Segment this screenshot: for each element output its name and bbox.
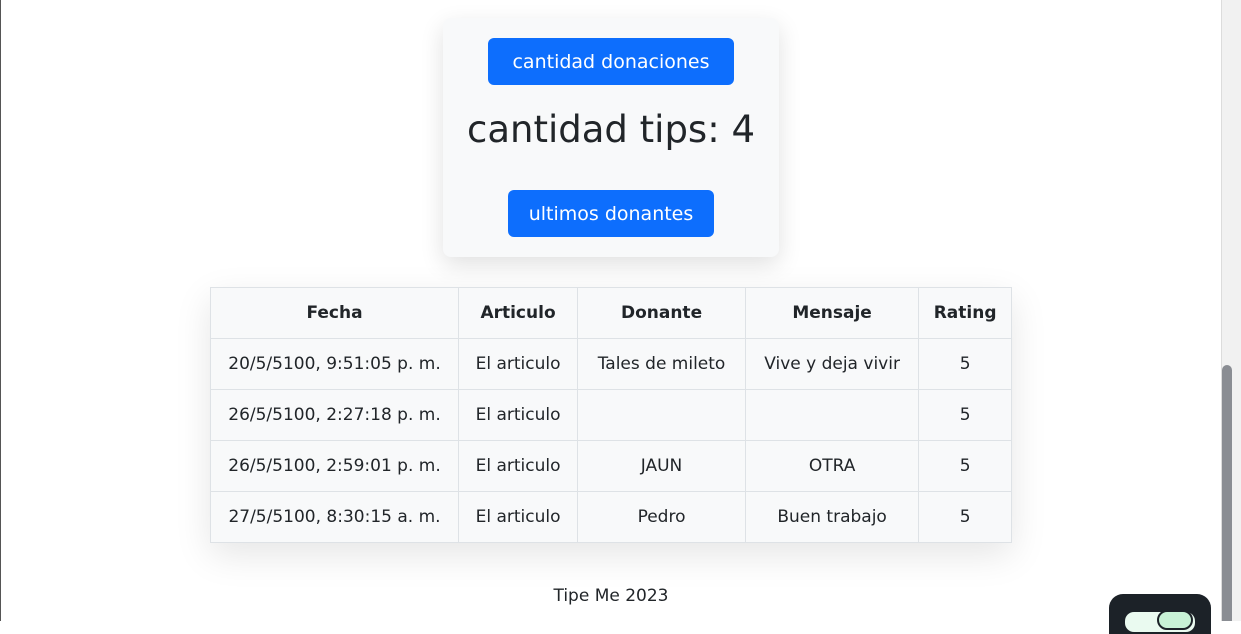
table-row: 26/5/5100, 2:27:18 p. m. El articulo 5 (210, 389, 1012, 441)
latest-donors-button[interactable]: ultimos donantes (508, 190, 714, 237)
cell-fecha: 26/5/5100, 2:59:01 p. m. (210, 440, 459, 492)
cell-articulo: El articulo (457, 440, 579, 492)
cell-articulo: El articulo (457, 491, 579, 543)
cell-mensaje: OTRA (744, 440, 920, 492)
footer-copyright: Tipe Me 2023 (553, 586, 669, 606)
cell-mensaje: Vive y deja vivir (744, 338, 920, 390)
cell-rating: 5 (918, 491, 1012, 543)
table-header-row: Fecha Articulo Donante Mensaje Rating (210, 287, 1012, 339)
cell-donante: Tales de mileto (577, 338, 746, 390)
donations-table: Fecha Articulo Donante Mensaje Rating 20… (210, 287, 1012, 543)
cell-fecha: 26/5/5100, 2:27:18 p. m. (210, 389, 459, 441)
table-row: 20/5/5100, 9:51:05 p. m. El articulo Tal… (210, 338, 1012, 390)
chat-icon[interactable] (1157, 610, 1193, 630)
cell-donante (577, 389, 746, 441)
cell-fecha: 27/5/5100, 8:30:15 a. m. (210, 491, 459, 543)
donations-count-button[interactable]: cantidad donaciones (488, 38, 734, 85)
tips-count-title: cantidad tips: 4 (467, 108, 755, 151)
table-row: 27/5/5100, 8:30:15 a. m. El articulo Ped… (210, 491, 1012, 543)
header-fecha: Fecha (210, 287, 459, 339)
cell-donante: JAUN (577, 440, 746, 492)
cell-rating: 5 (918, 440, 1012, 492)
cell-rating: 5 (918, 389, 1012, 441)
header-rating: Rating (918, 287, 1012, 339)
cell-fecha: 20/5/5100, 9:51:05 p. m. (210, 338, 459, 390)
cell-mensaje: Buen trabajo (744, 491, 920, 543)
donations-table-container: Fecha Articulo Donante Mensaje Rating 20… (210, 287, 1012, 543)
scrollbar-thumb[interactable] (1222, 365, 1232, 621)
header-mensaje: Mensaje (744, 287, 920, 339)
cell-donante: Pedro (577, 491, 746, 543)
cell-mensaje (744, 389, 920, 441)
cell-articulo: El articulo (457, 389, 579, 441)
cell-articulo: El articulo (457, 338, 579, 390)
header-donante: Donante (577, 287, 746, 339)
table-row: 26/5/5100, 2:59:01 p. m. El articulo JAU… (210, 440, 1012, 492)
header-articulo: Articulo (457, 287, 579, 339)
cell-rating: 5 (918, 338, 1012, 390)
